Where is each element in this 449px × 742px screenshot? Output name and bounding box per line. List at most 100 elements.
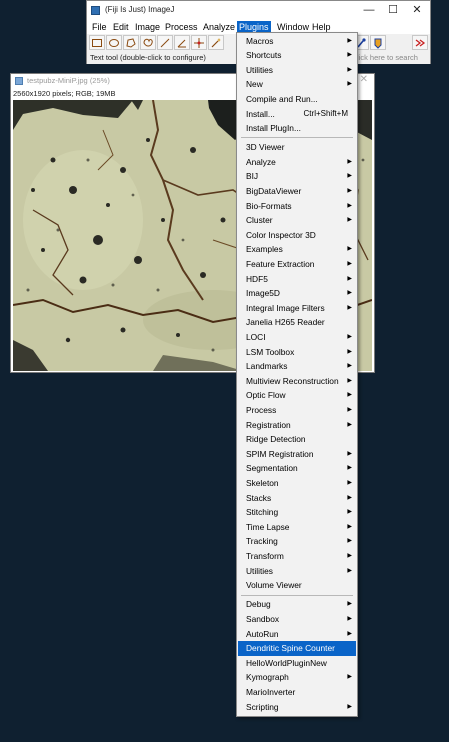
menu-item-multiview-reconstruction[interactable]: Multiview Reconstruction ▶: [238, 374, 356, 389]
menu-item-registration[interactable]: Registration ▶: [238, 418, 356, 433]
submenu-arrow-icon: ▶: [347, 407, 352, 413]
polygon-tool-icon[interactable]: [123, 35, 139, 50]
menu-item-volume-viewer[interactable]: Volume Viewer: [238, 578, 356, 593]
menu-item-analyze[interactable]: Analyze ▶: [238, 155, 356, 170]
submenu-arrow-icon: ▶: [347, 392, 352, 399]
menu-item-label: Optic Flow: [246, 390, 286, 401]
menu-item-stitching[interactable]: Stitching ▶: [238, 505, 356, 520]
menu-item-process[interactable]: Process ▶: [238, 403, 356, 418]
menu-item-spim-registration[interactable]: SPIM Registration ▶: [238, 447, 356, 462]
menu-item-utilities[interactable]: Utilities ▶: [238, 63, 356, 78]
angle-tool-icon[interactable]: [174, 35, 190, 50]
menu-item-transform[interactable]: Transform ▶: [238, 549, 356, 564]
menu-item-shortcuts[interactable]: Shortcuts ▶: [238, 48, 356, 63]
menu-item-bio-formats[interactable]: Bio-Formats ▶: [238, 199, 356, 214]
menu-item-autorun[interactable]: AutoRun ▶: [238, 627, 356, 642]
menu-item-label: Analyze: [246, 156, 276, 167]
menu-item-label: 3D Viewer: [246, 142, 285, 153]
menu-separator: [241, 594, 353, 596]
menu-item-label: Dendritic Spine Counter: [246, 643, 335, 654]
menu-image[interactable]: Image: [133, 21, 162, 34]
close-icon[interactable]: ✕: [407, 3, 427, 18]
menu-item-label: HelloWorldPluginNew: [246, 657, 327, 668]
more-tools-icon[interactable]: [412, 35, 428, 50]
menu-edit[interactable]: Edit: [111, 21, 131, 34]
minimize-icon[interactable]: —: [359, 3, 379, 18]
line-tool-icon[interactable]: [157, 35, 173, 50]
oval-tool-icon[interactable]: [106, 35, 122, 50]
menu-item-ridge-detection[interactable]: Ridge Detection: [238, 432, 356, 447]
menu-file[interactable]: File: [90, 21, 109, 34]
menu-item-skeleton[interactable]: Skeleton ▶: [238, 476, 356, 491]
menu-item-label: Install PlugIn...: [246, 123, 301, 134]
color-tool-icon[interactable]: [370, 35, 386, 50]
close-icon[interactable]: ✕: [360, 74, 368, 85]
menu-item-integral-image-filters[interactable]: Integral Image Filters ▶: [238, 301, 356, 316]
menu-item-macros[interactable]: Macros ▶: [238, 34, 356, 49]
menu-item-feature-extraction[interactable]: Feature Extraction ▶: [238, 257, 356, 272]
menu-item-debug[interactable]: Debug ▶: [238, 597, 356, 612]
submenu-arrow-icon: ▶: [347, 538, 352, 545]
menu-item-install[interactable]: Install... Ctrl+Shift+M: [238, 107, 356, 122]
wand-tool-icon[interactable]: [208, 35, 224, 50]
point-tool-icon[interactable]: [191, 35, 207, 50]
submenu-arrow-icon: ▶: [347, 494, 352, 501]
menu-item-label: Segmentation: [246, 463, 298, 474]
menu-item-label: Utilities: [246, 565, 273, 576]
menu-item-loci[interactable]: LOCI ▶: [238, 330, 356, 345]
menu-item-new[interactable]: New ▶: [238, 77, 356, 92]
menu-item-tracking[interactable]: Tracking ▶: [238, 534, 356, 549]
menu-separator: [241, 137, 353, 139]
menu-item-helloworldpluginnew[interactable]: HelloWorldPluginNew: [238, 656, 356, 671]
maximize-icon[interactable]: ☐: [383, 3, 403, 18]
menu-item-marioinverter[interactable]: MarioInverter: [238, 685, 356, 700]
menu-item-label: Feature Extraction: [246, 259, 315, 269]
menu-item-color-inspector-3d[interactable]: Color Inspector 3D: [238, 228, 356, 243]
menu-item-sandbox[interactable]: Sandbox ▶: [238, 612, 356, 627]
menu-item-label: Registration: [246, 419, 291, 430]
menu-item-label: Stacks: [246, 492, 272, 503]
menu-analyze[interactable]: Analyze: [201, 21, 237, 34]
menu-item-label: Examples: [246, 244, 283, 255]
menu-item-label: Janelia H265 Reader: [246, 317, 325, 328]
menu-item-cluster[interactable]: Cluster ▶: [238, 213, 356, 228]
menu-item-segmentation[interactable]: Segmentation ▶: [238, 461, 356, 476]
menu-item-label: Cluster: [246, 215, 273, 226]
menu-item-examples[interactable]: Examples ▶: [238, 242, 356, 257]
menu-item-stacks[interactable]: Stacks ▶: [238, 491, 356, 506]
menu-item-install-plugin[interactable]: Install PlugIn...: [238, 121, 356, 136]
submenu-arrow-icon: ▶: [347, 553, 352, 559]
menu-item-label: LSM Toolbox: [246, 346, 295, 357]
menu-item-label: HDF5: [246, 273, 268, 284]
menu-item-optic-flow[interactable]: Optic Flow ▶: [238, 388, 356, 403]
menu-item-janelia-h265-reader[interactable]: Janelia H265 Reader: [238, 315, 356, 330]
submenu-arrow-icon: ▶: [347, 703, 352, 710]
menu-item-image5d[interactable]: Image5D ▶: [238, 286, 356, 301]
submenu-arrow-icon: ▶: [347, 480, 352, 486]
menu-item-landmarks[interactable]: Landmarks ▶: [238, 359, 356, 374]
menu-item-scripting[interactable]: Scripting ▶: [238, 700, 356, 715]
menu-item-hdf5[interactable]: HDF5 ▶: [238, 272, 356, 287]
main-titlebar[interactable]: (Fiji Is Just) ImageJ — ☐ ✕: [87, 1, 430, 21]
menu-item-compile-and-run[interactable]: Compile and Run...: [238, 92, 356, 107]
menu-item-label: Compile and Run...: [246, 93, 318, 104]
submenu-arrow-icon: ▶: [347, 465, 352, 472]
submenu-arrow-icon: ▶: [347, 66, 352, 73]
menu-item-label: New: [246, 79, 263, 90]
menu-item-shortcut: Ctrl+Shift+M: [303, 108, 348, 118]
menu-item-time-lapse[interactable]: Time Lapse ▶: [238, 520, 356, 535]
submenu-arrow-icon: ▶: [347, 421, 352, 428]
menu-item-dendritic-spine-counter[interactable]: Dendritic Spine Counter: [238, 641, 356, 656]
rectangle-tool-icon[interactable]: [89, 35, 105, 50]
submenu-arrow-icon: ▶: [347, 377, 352, 384]
menu-item-3d-viewer[interactable]: 3D Viewer: [238, 140, 356, 155]
menu-item-bigdataviewer[interactable]: BigDataViewer ▶: [238, 184, 356, 199]
menu-process[interactable]: Process: [163, 21, 200, 34]
menu-item-label: Image5D: [246, 288, 280, 299]
menu-item-kymograph[interactable]: Kymograph ▶: [238, 670, 356, 685]
menu-item-bij[interactable]: BIJ ▶: [238, 169, 356, 184]
freehand-tool-icon[interactable]: [140, 35, 156, 50]
menu-item-utilities[interactable]: Utilities ▶: [238, 564, 356, 579]
menu-item-lsm-toolbox[interactable]: LSM Toolbox ▶: [238, 345, 356, 360]
search-hint[interactable]: lick here to search: [357, 52, 418, 64]
